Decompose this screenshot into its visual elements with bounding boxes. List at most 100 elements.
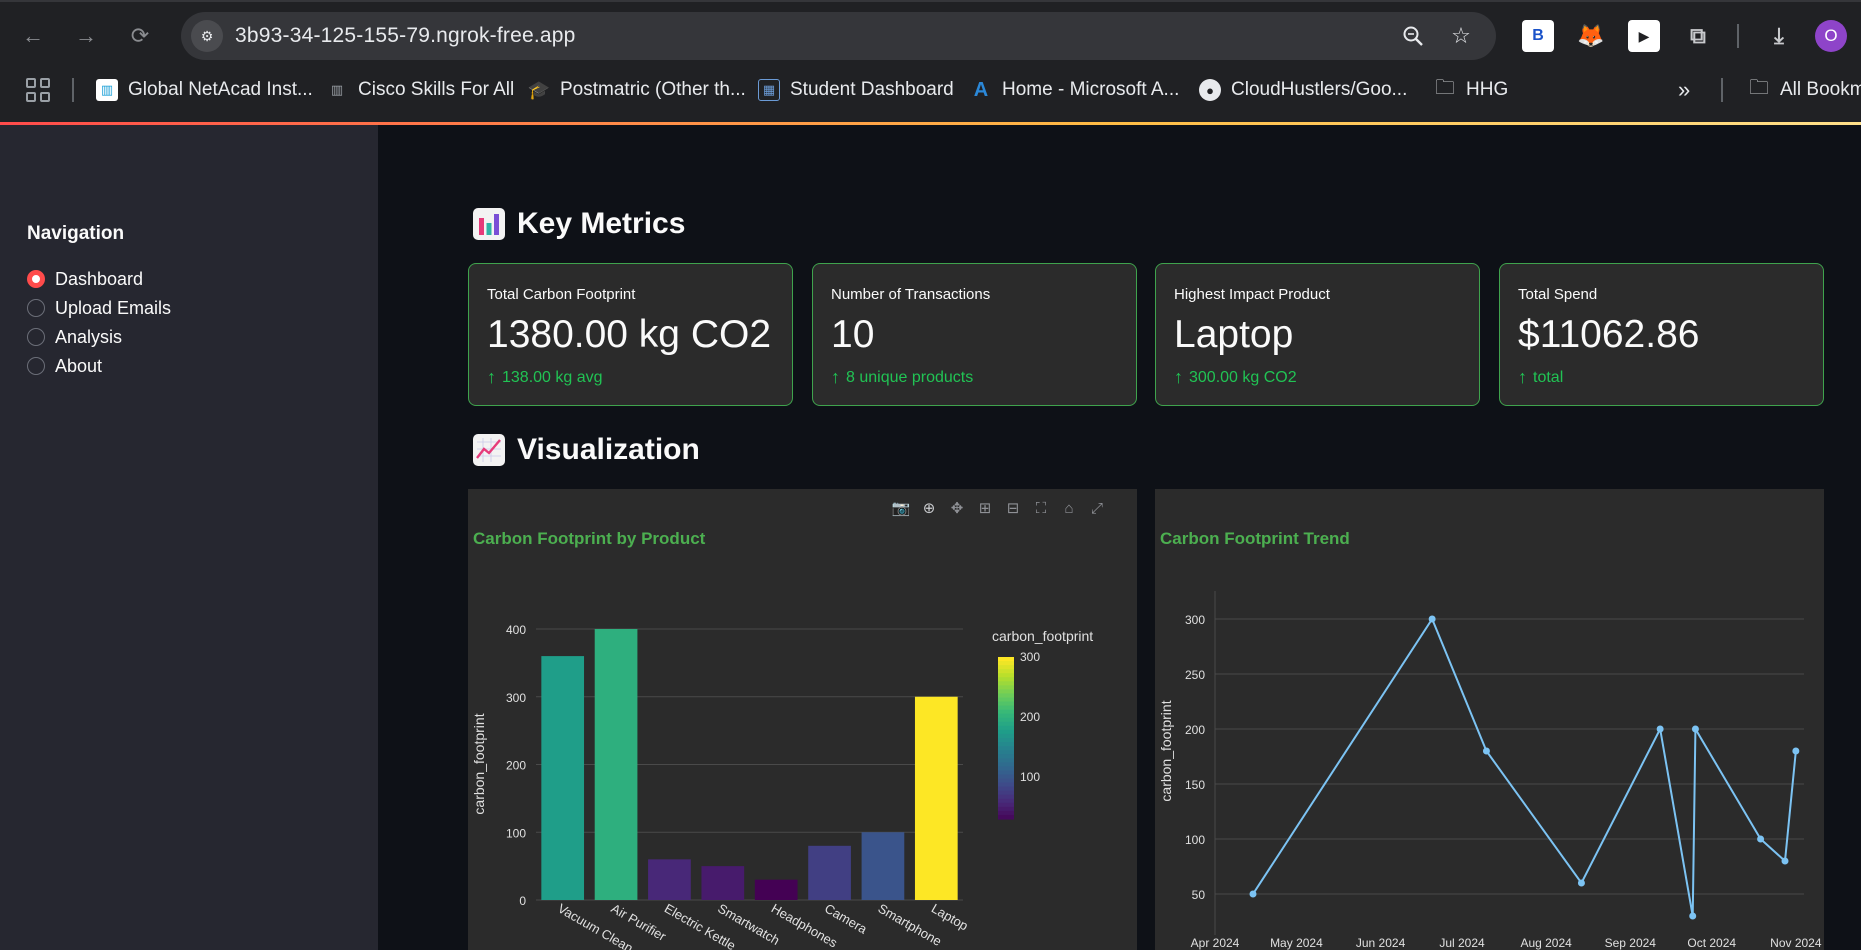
y-tick-label: 250 bbox=[1185, 668, 1205, 682]
y-tick-label: 0 bbox=[519, 894, 526, 908]
bookmark-label: HHG bbox=[1466, 79, 1509, 100]
x-tick-label: Jun 2024 bbox=[1356, 936, 1406, 950]
colorbar-segment bbox=[998, 762, 1014, 767]
bookmark-item[interactable]: ▦ Student Dashboard bbox=[758, 72, 954, 108]
folder-icon: 🗀 bbox=[1749, 77, 1769, 99]
extensions-puzzle-icon[interactable]: ⧉ bbox=[1682, 20, 1714, 52]
bookmark-item[interactable]: ▥ Global NetAcad Inst... bbox=[96, 72, 313, 108]
metric-label: Number of Transactions bbox=[831, 286, 991, 303]
metric-delta-text: total bbox=[1533, 368, 1564, 386]
colorbar-segment bbox=[998, 713, 1014, 719]
nav-option-label: Analysis bbox=[55, 326, 123, 347]
colorbar-segment bbox=[998, 689, 1014, 695]
colorbar-segment bbox=[998, 786, 1014, 792]
data-point bbox=[1428, 615, 1436, 623]
profile-avatar[interactable]: O bbox=[1815, 20, 1847, 52]
metric-card: Total Spend $11062.86 ↑ total bbox=[1499, 263, 1824, 406]
bar bbox=[701, 866, 745, 900]
key-metrics-heading: Key Metrics bbox=[473, 207, 685, 241]
y-tick-label: 200 bbox=[506, 759, 526, 773]
colorbar-segment bbox=[998, 754, 1014, 759]
bookmark-label: Student Dashboard bbox=[790, 79, 954, 100]
colorbar-segment bbox=[998, 742, 1014, 747]
colorbar-segment bbox=[998, 794, 1014, 800]
colorbar-segment bbox=[998, 725, 1014, 731]
colorbar-segment bbox=[998, 750, 1014, 755]
radio-selected-icon[interactable] bbox=[27, 270, 45, 288]
y-tick-label: 300 bbox=[506, 691, 526, 705]
nav-option-upload-emails[interactable]: Upload Emails bbox=[27, 295, 171, 321]
y-tick-label: 100 bbox=[1185, 833, 1205, 847]
browser-chrome: ← → ⟳ ⚙ 3b93-34-125-155-79.ngrok-free.ap… bbox=[0, 0, 1861, 125]
colorbar-segment bbox=[998, 705, 1014, 711]
colorbar-segment bbox=[998, 721, 1014, 727]
main-content: Key Metrics Total Carbon Footprint 1380.… bbox=[378, 125, 1861, 950]
bookmark-item[interactable]: 🎓 Postmatric (Other th... bbox=[528, 72, 746, 108]
bar bbox=[861, 832, 905, 900]
download-icon[interactable]: ⤓ bbox=[1763, 20, 1795, 52]
address-bar[interactable]: ⚙ 3b93-34-125-155-79.ngrok-free.app ☆ bbox=[181, 12, 1496, 60]
bookmark-item[interactable]: A Home - Microsoft A... bbox=[970, 72, 1180, 108]
colorbar-segment bbox=[998, 697, 1014, 703]
arrow-up-icon: ↑ bbox=[831, 367, 840, 387]
metric-value: Laptop bbox=[1174, 313, 1294, 356]
colorbar-segment bbox=[998, 673, 1014, 678]
nav-option-analysis[interactable]: Analysis bbox=[27, 324, 122, 350]
bookmark-item[interactable]: 🗀 HHG bbox=[1434, 72, 1508, 108]
arrow-up-icon: ↑ bbox=[1518, 367, 1527, 387]
nav-option-about[interactable]: About bbox=[27, 353, 102, 379]
nav-option-label: About bbox=[55, 355, 103, 376]
bookmark-label: Postmatric (Other th... bbox=[560, 79, 746, 100]
colorbar-segment bbox=[998, 782, 1014, 788]
x-tick-label: Laptop bbox=[929, 901, 971, 934]
colorbar-segment bbox=[998, 758, 1014, 763]
data-point bbox=[1689, 912, 1697, 920]
x-tick-label: Nov 2024 bbox=[1770, 936, 1822, 950]
metric-value: $11062.86 bbox=[1518, 313, 1700, 356]
data-point bbox=[1781, 857, 1789, 865]
data-point bbox=[1482, 747, 1490, 755]
all-bookmarks[interactable]: 🗀 All Bookm bbox=[1748, 72, 1861, 108]
more-bookmarks-icon[interactable]: » bbox=[1678, 72, 1690, 108]
metric-delta-text: 138.00 kg avg bbox=[502, 368, 603, 386]
colorbar-segment bbox=[998, 665, 1014, 670]
forward-icon[interactable]: → bbox=[70, 20, 102, 52]
bookmark-star-icon[interactable]: ☆ bbox=[1447, 22, 1475, 50]
bookmarks-bar: ▥ Global NetAcad Inst... ▥ Cisco Skills Fo… bbox=[0, 72, 1861, 108]
back-icon[interactable]: ← bbox=[17, 20, 49, 52]
site-info-icon[interactable]: ⚙ bbox=[191, 20, 223, 52]
bar-chart: 0100200300400carbon_footprintVacuum Clea… bbox=[471, 623, 1093, 950]
colorbar-tick-label: 200 bbox=[1020, 710, 1040, 724]
colorbar-segment bbox=[998, 657, 1014, 662]
x-tick-label: Aug 2024 bbox=[1520, 936, 1572, 950]
colorbar-segment bbox=[998, 770, 1014, 776]
radio-icon[interactable] bbox=[27, 357, 45, 375]
colorbar-segment bbox=[998, 709, 1014, 715]
colorbar-segment bbox=[998, 738, 1014, 743]
metamask-icon[interactable]: 🦊 bbox=[1575, 20, 1607, 52]
data-point bbox=[1656, 725, 1664, 733]
bar-chart-icon bbox=[473, 208, 505, 240]
cisco-icon: ▥ bbox=[330, 82, 344, 97]
media-extension-icon[interactable]: ▶ bbox=[1628, 20, 1660, 52]
bookmark-item[interactable]: ● CloudHustlers/Goo... bbox=[1199, 72, 1407, 108]
data-point bbox=[1577, 879, 1585, 887]
colorbar-segment bbox=[998, 778, 1014, 784]
nav-option-label: Dashboard bbox=[55, 268, 144, 289]
colorbar-segment bbox=[998, 790, 1014, 796]
reload-icon[interactable]: ⟳ bbox=[124, 20, 156, 52]
x-tick-label: Jul 2024 bbox=[1439, 936, 1485, 950]
bookmark-item[interactable]: ▥ Cisco Skills For All bbox=[326, 72, 514, 108]
colorbar-title: carbon_footprint bbox=[992, 628, 1093, 644]
metric-delta: ↑ 138.00 kg avg bbox=[487, 367, 774, 388]
line-chart: 50 100 150 200 250 300 carbon_footprint Apr 202… bbox=[1158, 591, 1822, 950]
github-icon: ● bbox=[1199, 79, 1221, 101]
radio-icon[interactable] bbox=[27, 328, 45, 346]
url-text[interactable]: 3b93-34-125-155-79.ngrok-free.app bbox=[235, 24, 576, 48]
colorbar-segment bbox=[998, 681, 1014, 686]
zoom-icon[interactable] bbox=[1399, 22, 1427, 50]
nav-option-dashboard[interactable]: Dashboard bbox=[27, 266, 143, 292]
extension-b-icon[interactable]: B bbox=[1522, 20, 1554, 52]
radio-icon[interactable] bbox=[27, 299, 45, 317]
colorbar-segment bbox=[998, 733, 1014, 739]
